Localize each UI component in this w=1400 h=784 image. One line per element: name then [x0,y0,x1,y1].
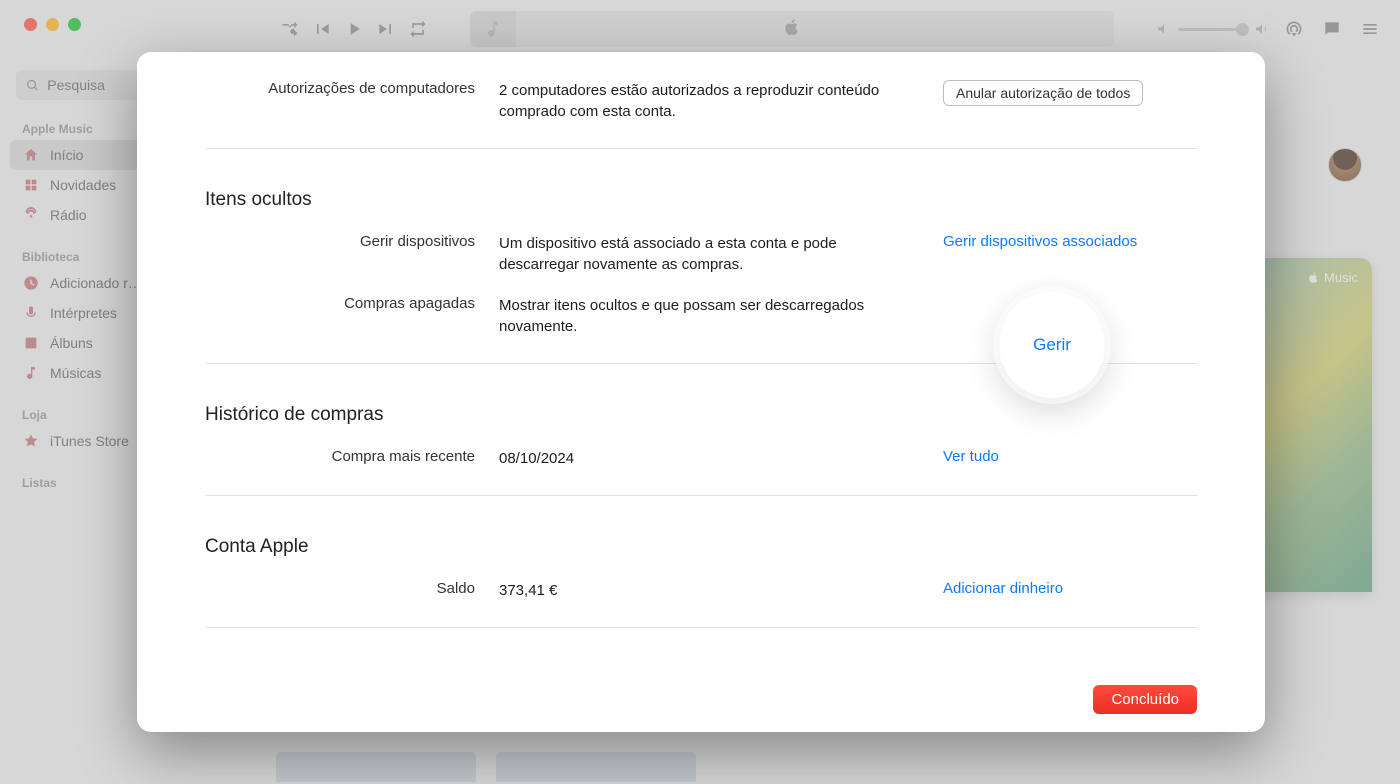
manage-devices-label: Gerir dispositivos [205,233,475,250]
sidebar-item-label: Intérpretes [50,305,117,321]
divider [205,627,1197,628]
note-icon [22,364,40,382]
next-track-icon[interactable] [376,19,396,39]
grid-icon [22,176,40,194]
add-funds-link[interactable]: Adicionar dinheiro [943,580,1197,597]
deauthorize-all-button[interactable]: Anular autorização de todos [943,80,1143,106]
manage-hidden-link-highlighted[interactable]: Gerir [1033,335,1071,355]
airplay-icon[interactable] [1284,19,1304,39]
home-icon [22,146,40,164]
sidebar-item-label: Novidades [50,177,116,193]
recent-purchase-value: 08/10/2024 [499,448,919,469]
sidebar-item-label: Adicionado r… [50,275,142,291]
hidden-items-title: Itens ocultos [205,165,1197,223]
maximize-window-button[interactable] [68,18,81,31]
apple-logo-icon [1307,271,1320,284]
see-all-link[interactable]: Ver tudo [943,448,1197,465]
thumbnail[interactable] [276,752,476,782]
lyrics-icon[interactable] [1322,19,1342,39]
minimize-window-button[interactable] [46,18,59,31]
now-playing-bar[interactable] [470,11,1114,47]
manage-devices-link[interactable]: Gerir dispositivos associados [943,233,1197,250]
radio-icon [22,206,40,224]
shuffle-icon[interactable] [280,19,300,39]
star-icon [22,432,40,450]
computer-auth-label: Autorizações de computadores [205,80,475,97]
clock-icon [22,274,40,292]
promo-label: Music [1252,258,1372,297]
sidebar-item-label: Início [50,147,83,163]
thumbnail[interactable] [496,752,696,782]
apple-account-title: Conta Apple [205,512,1197,570]
close-window-button[interactable] [24,18,37,31]
music-note-icon [470,11,516,47]
sidebar-item-label: iTunes Store [50,433,129,449]
done-button[interactable]: Concluído [1093,685,1197,714]
search-icon [26,78,39,93]
recent-purchase-label: Compra mais recente [205,448,475,465]
window-controls [24,18,81,31]
album-icon [22,334,40,352]
toolbar [280,10,1380,48]
balance-label: Saldo [205,580,475,597]
promo-card[interactable]: Music [1252,258,1372,592]
account-modal: Autorizações de computadores 2 computado… [137,52,1265,732]
content-thumbnails [276,752,696,782]
play-icon[interactable] [344,19,364,39]
computer-auth-value: 2 computadores estão autorizados a repro… [499,80,919,122]
sidebar-item-label: Músicas [50,365,101,381]
apple-logo-icon [782,17,802,42]
balance-value: 373,41 € [499,580,919,601]
sidebar-item-label: Rádio [50,207,87,223]
queue-list-icon[interactable] [1360,19,1380,39]
sidebar-item-label: Álbuns [50,335,93,351]
deleted-purchases-label: Compras apagadas [205,295,475,312]
divider [205,148,1197,149]
manage-devices-value: Um dispositivo está associado a esta con… [499,233,919,275]
previous-track-icon[interactable] [312,19,332,39]
mic-icon [22,304,40,322]
avatar[interactable] [1328,148,1362,182]
repeat-icon[interactable] [408,19,428,39]
spotlight-highlight: Gerir [999,292,1105,398]
deleted-purchases-value: Mostrar itens ocultos e que possam ser d… [499,295,919,337]
divider [205,495,1197,496]
volume-control[interactable] [1156,21,1270,37]
